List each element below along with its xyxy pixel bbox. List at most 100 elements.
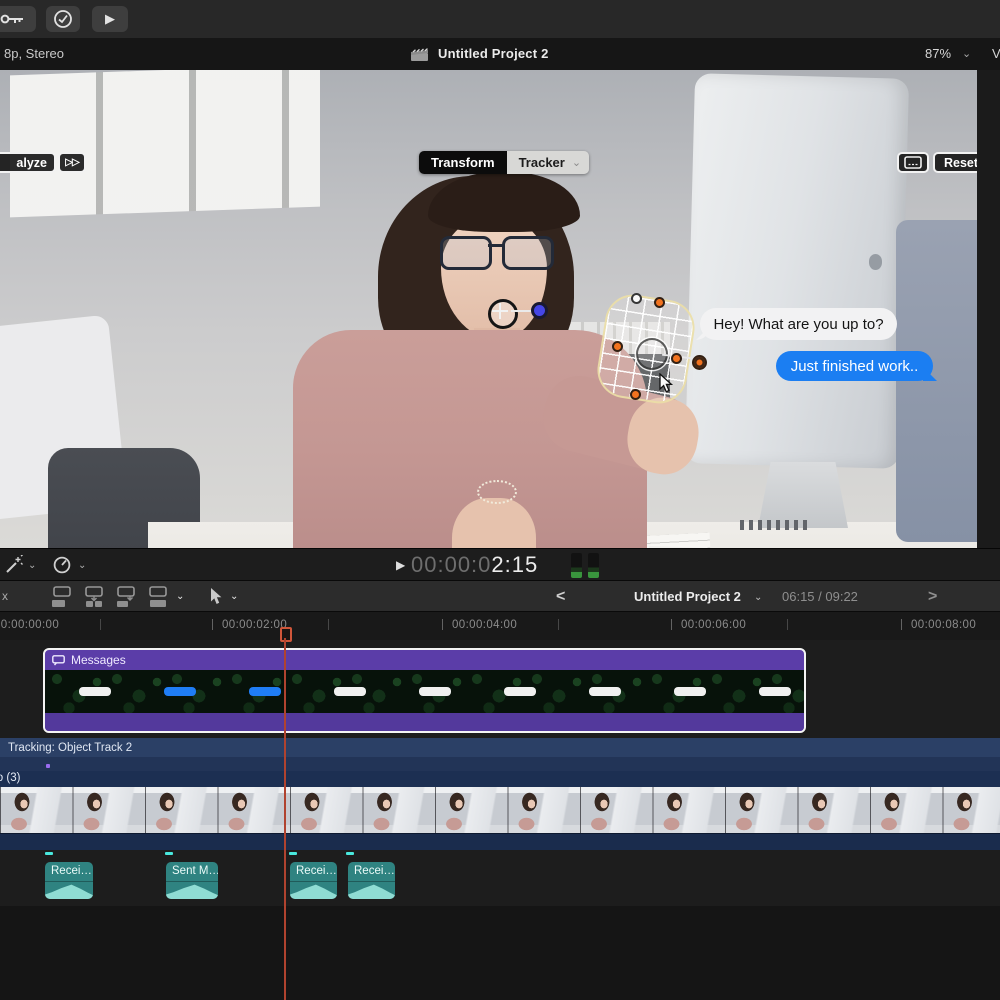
messages-title-clip[interactable]: Messages xyxy=(43,648,806,733)
viewer-canvas[interactable]: alyze ▷▷ Transform Tracker ⌄ Reset He xyxy=(0,70,977,548)
video-clip-audio-row xyxy=(0,833,1000,850)
ruler-tick xyxy=(671,619,672,630)
ruler-minor-tick xyxy=(328,619,329,630)
messages-clip-label: Messages xyxy=(71,653,126,667)
ruler[interactable]: 00:00:00:0000:00:02:0000:00:04:0000:00:0… xyxy=(0,612,1000,640)
tracking-object-track-bar[interactable]: Tracking: Object Track 2 xyxy=(0,738,1000,757)
zoom-level-control[interactable]: 87% xyxy=(925,46,951,61)
viewer-side-gap xyxy=(977,70,1000,548)
enhancements-wand-icon[interactable] xyxy=(4,555,24,575)
video-clip-name-row: Video (3) xyxy=(0,771,1000,787)
transport-play-icon[interactable]: ▶ xyxy=(396,558,405,572)
tab-tracker[interactable]: Tracker ⌄ xyxy=(507,151,589,174)
video-clip-filmstrip xyxy=(0,787,1000,833)
message-bubble-thumb xyxy=(419,687,451,696)
clip-marker[interactable] xyxy=(289,852,297,855)
index-button-partial[interactable]: x xyxy=(2,589,8,603)
top-toolbar: ▶ xyxy=(0,0,1000,39)
transform-mode-button[interactable] xyxy=(897,152,929,173)
tracker-handle-bottom[interactable] xyxy=(630,389,641,400)
timecode-display[interactable]: 00:00:02:15 xyxy=(411,552,538,578)
clapperboard-icon xyxy=(410,47,430,62)
playhead-line[interactable] xyxy=(284,638,286,1000)
previous-project-button[interactable]: < xyxy=(556,588,565,606)
mini-purple-marker xyxy=(46,764,50,768)
chevron-down-icon: ⌄ xyxy=(572,156,581,169)
project-chevron-icon[interactable]: ⌄ xyxy=(754,592,762,603)
tracker-position-handle[interactable] xyxy=(531,302,548,319)
reset-label: Reset xyxy=(944,156,977,170)
messages-clip-header: Messages xyxy=(45,650,804,670)
retime-chevron-icon[interactable]: ⌄ xyxy=(78,560,86,571)
chevron-down-icon[interactable]: ⌄ xyxy=(962,47,971,60)
tracker-anchor-crosshair[interactable] xyxy=(488,299,518,329)
tracker-handle-right[interactable] xyxy=(671,353,682,364)
ruler-minor-tick xyxy=(100,619,101,630)
keyframe-key-button[interactable] xyxy=(0,6,36,32)
retime-icon[interactable] xyxy=(52,555,72,575)
mouse-cursor xyxy=(659,373,674,394)
check-circle-icon xyxy=(53,9,73,29)
scene-imac-stand xyxy=(758,462,848,528)
scene-imac-ports xyxy=(740,520,812,530)
tracker-handle-top[interactable] xyxy=(631,293,642,304)
tracker-rotation-handle[interactable] xyxy=(692,355,707,370)
audio-clip-label: Recei… xyxy=(51,865,92,877)
messages-filmstrip xyxy=(45,670,804,713)
view-menu-partial[interactable]: V xyxy=(992,46,1000,61)
screen-transform-icon xyxy=(904,156,922,169)
audio-clip-waveform xyxy=(290,883,337,899)
next-project-button[interactable]: > xyxy=(928,588,937,606)
clip-marker[interactable] xyxy=(165,852,173,855)
video-clip[interactable]: Video (3) xyxy=(0,771,1000,850)
video-clip-label: Video (3) xyxy=(0,772,20,784)
scene-imac-back xyxy=(685,73,909,468)
ruler-tick xyxy=(212,619,213,630)
message-bubble-thumb xyxy=(674,687,706,696)
transport-bar: ⌄ ⌄ ▶ 00:00:02:15 xyxy=(0,548,1000,581)
connect-edit-icon[interactable] xyxy=(50,586,75,608)
chat-incoming-text: Hey! What are you up to? xyxy=(713,316,883,333)
viewer-project-title: Untitled Project 2 xyxy=(438,46,549,61)
audio-clip-waveform xyxy=(166,883,218,899)
audio-clip-divider xyxy=(290,881,337,882)
append-edit-icon[interactable] xyxy=(114,586,139,608)
skip-forward-button[interactable]: ▷▷ xyxy=(58,152,86,173)
audition-check-button[interactable] xyxy=(46,6,80,32)
viewer-header: 8p, Stereo Untitled Project 2 87% ⌄ V xyxy=(0,38,1000,70)
tracker-handle-topright[interactable] xyxy=(654,297,665,308)
clip-marker[interactable] xyxy=(45,852,53,855)
pointer-tool-icon[interactable] xyxy=(210,587,224,606)
edit-tools-chevron-icon[interactable]: ⌄ xyxy=(176,591,184,602)
tracking-sub-bar xyxy=(0,757,1000,771)
playhead-marker[interactable] xyxy=(280,627,292,642)
pointer-tool-chevron-icon[interactable]: ⌄ xyxy=(230,591,238,602)
audio-clip[interactable]: Recei… xyxy=(45,862,93,899)
audio-clip[interactable]: Sent M… xyxy=(166,862,218,899)
timeline-project-title[interactable]: Untitled Project 2 xyxy=(634,589,741,604)
title-clip-icon xyxy=(52,655,65,666)
app-window: ▶ 8p, Stereo Untitled Project 2 87% ⌄ V xyxy=(0,0,1000,1000)
audio-clip-waveform xyxy=(45,883,93,899)
insert-edit-icon[interactable] xyxy=(82,586,107,608)
analyze-label: alyze xyxy=(16,156,47,170)
ruler-timecode-label: 00:00:02:00 xyxy=(222,619,287,631)
audio-clip-divider xyxy=(166,881,218,882)
tab-transform[interactable]: Transform xyxy=(419,151,507,174)
audio-clip[interactable]: Recei… xyxy=(348,862,395,899)
transform-tracker-segmented-control: Transform Tracker ⌄ xyxy=(419,151,589,174)
analyze-button[interactable]: alyze xyxy=(0,152,56,173)
play-button[interactable]: ▶ xyxy=(92,6,128,32)
transform-label: Transform xyxy=(431,155,495,170)
audio-clip[interactable]: Recei… xyxy=(290,862,337,899)
overwrite-edit-icon[interactable] xyxy=(146,586,171,608)
enhancements-chevron-icon[interactable]: ⌄ xyxy=(28,560,36,571)
tracker-handle-left[interactable] xyxy=(612,341,623,352)
ruler-minor-tick xyxy=(787,619,788,630)
chat-bubble-outgoing: Just finished work.. xyxy=(776,351,933,381)
message-bubble-thumb xyxy=(79,687,111,696)
ruler-minor-tick xyxy=(558,619,559,630)
scene-window xyxy=(10,70,320,217)
reset-button[interactable]: Reset xyxy=(933,152,977,173)
clip-marker[interactable] xyxy=(346,852,354,855)
